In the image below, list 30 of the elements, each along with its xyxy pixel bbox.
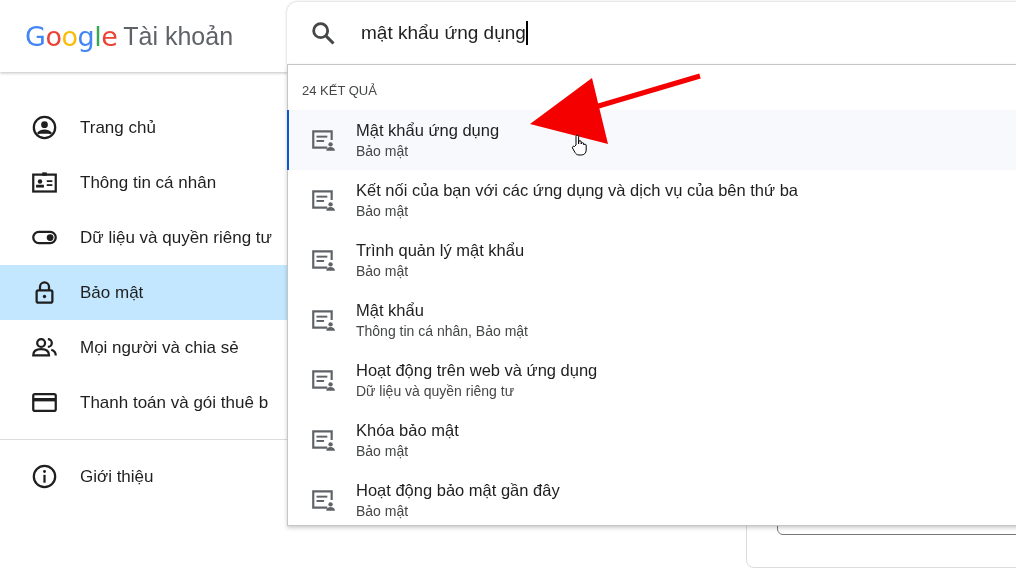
- google-logo[interactable]: Google: [25, 20, 118, 52]
- document-person-icon: [310, 247, 336, 273]
- sidebar-item[interactable]: Mọi người và chia sẻ: [0, 320, 287, 375]
- account-circle-icon: [31, 114, 58, 141]
- search-result[interactable]: Trình quản lý mật khẩu Bảo mật: [287, 230, 1016, 290]
- document-person-icon: [310, 187, 336, 213]
- sidebar-item[interactable]: Bảo mật: [0, 265, 287, 320]
- info-icon: [31, 463, 58, 490]
- sidebar-item[interactable]: Trang chủ: [0, 100, 287, 155]
- product-name: Tài khoản: [123, 21, 234, 51]
- sidebar-item[interactable]: Dữ liệu và quyền riêng tư: [0, 210, 287, 265]
- search-result[interactable]: Khóa bảo mật Bảo mật: [287, 410, 1016, 470]
- search-result[interactable]: Mật khẩu Thông tin cá nhân, Bảo mật: [287, 290, 1016, 350]
- search-result[interactable]: Mật khẩu ứng dụng Bảo mật: [287, 110, 1016, 170]
- sidebar-item[interactable]: Thanh toán và gói thuê b: [0, 375, 287, 430]
- document-person-icon: [310, 307, 336, 333]
- document-person-icon: [310, 127, 336, 153]
- search-icon: [309, 19, 337, 47]
- search-result[interactable]: Hoạt động trên web và ứng dụng Dữ liệu và quyền riêng tư: [287, 350, 1016, 410]
- search-result[interactable]: Hoạt động bảo mật gần đây Bảo mật: [287, 470, 1016, 530]
- document-person-icon: [310, 487, 336, 513]
- hand-cursor-icon: [571, 134, 587, 156]
- sidebar-item[interactable]: Giới thiệu: [0, 449, 287, 504]
- search-field[interactable]: mật khẩu ứng dụng: [287, 2, 1016, 64]
- document-person-icon: [310, 367, 336, 393]
- id-card-icon: [31, 169, 58, 196]
- search-result[interactable]: Kết nối của bạn với các ứng dụng và dịch vụ của bên thứ ba Bảo mật: [287, 170, 1016, 230]
- sidebar-item[interactable]: Thông tin cá nhân: [0, 155, 287, 210]
- result-count: 24 KẾT QUẢ: [302, 83, 377, 98]
- document-person-icon: [310, 427, 336, 453]
